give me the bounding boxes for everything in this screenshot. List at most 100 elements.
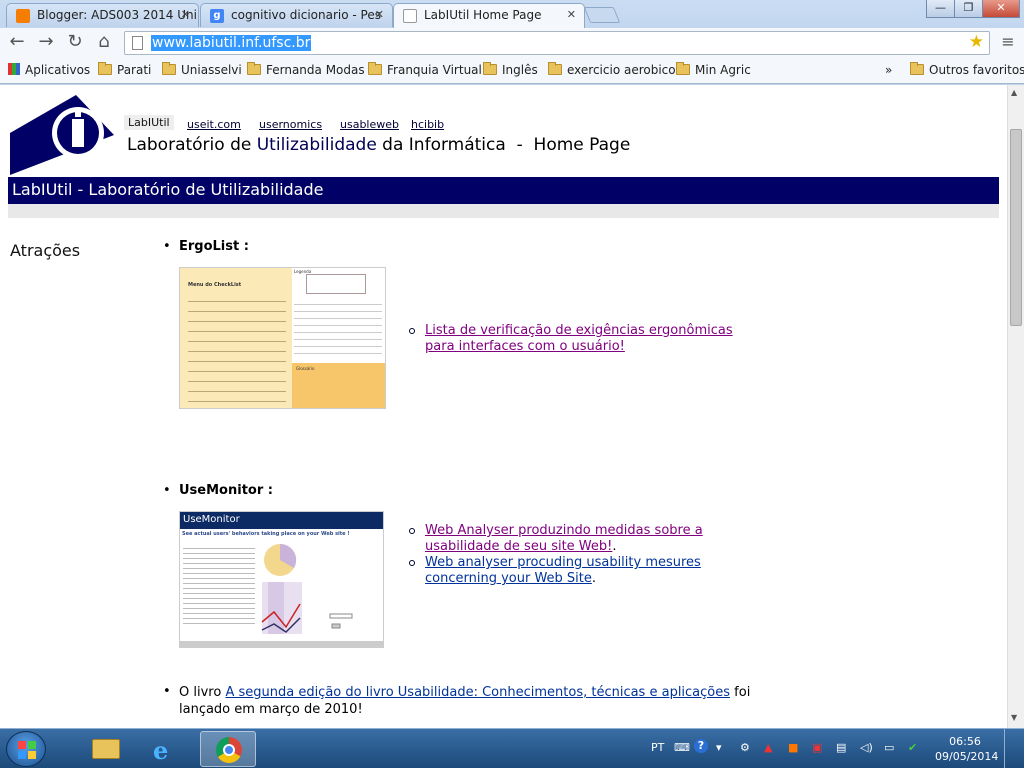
page-title: Laboratório de Utilizabilidade da Inform… <box>127 135 631 155</box>
usemonitor-item-2: Web analyser procuding usability mesures… <box>409 555 755 587</box>
help-icon[interactable]: ? <box>694 739 708 753</box>
page-icon <box>132 36 143 50</box>
ergolist-item: Lista de verificação de exigências ergon… <box>409 323 755 355</box>
bullet-circle <box>409 528 415 534</box>
shot-panel2: Glossário <box>296 366 315 371</box>
show-desktop-button[interactable] <box>1004 729 1024 768</box>
restore-button[interactable]: ❐ <box>954 0 983 18</box>
link-hcibib[interactable]: hcibib <box>411 118 444 131</box>
folder-icon <box>247 62 261 75</box>
browser-chrome: Blogger: ADS003 2014 Uni ✕ g cognitivo d… <box>0 0 1024 84</box>
close-window-button[interactable]: ✕ <box>982 0 1020 18</box>
close-icon[interactable]: ✕ <box>181 8 190 21</box>
network-icon[interactable]: ⚙ <box>740 741 750 754</box>
ergolist-screenshot[interactable]: Menu do CheckList Legenda Glossário <box>179 267 386 409</box>
usemonitor-link-en[interactable]: Web analyser procuding usability mesures… <box>425 555 701 586</box>
book-item: O livro A segunda edição do livro Usabil… <box>179 685 751 717</box>
divider <box>8 204 999 218</box>
menu-icon[interactable]: ≡ <box>996 31 1020 55</box>
clock-date: 09/05/2014 <box>935 750 999 763</box>
page-icon <box>403 9 417 23</box>
usemonitor-screenshot[interactable]: UseMonitor See actual users' behaviors t… <box>179 511 384 648</box>
ie-icon: e <box>153 736 169 765</box>
bullet: • <box>163 239 171 254</box>
new-tab-button[interactable] <box>583 7 621 23</box>
bullet: • <box>163 483 171 498</box>
usemonitor-title: UseMonitor : <box>179 483 273 498</box>
shot-heading: Menu do CheckList <box>188 282 242 288</box>
tab-title: cognitivo dicionario - Pes <box>231 8 381 22</box>
bullet: • <box>163 684 171 699</box>
language-indicator[interactable]: PT <box>651 741 664 754</box>
back-button[interactable]: ← <box>5 31 29 55</box>
clock[interactable]: 06:56 09/05/2014 <box>935 734 999 764</box>
folder-icon <box>162 62 176 75</box>
expand-tray-icon[interactable]: ▾ <box>716 741 722 754</box>
security-icon[interactable]: ✔ <box>908 741 917 754</box>
battery-icon[interactable]: ▭ <box>884 741 894 754</box>
tab-google[interactable]: g cognitivo dicionario - Pes ✕ <box>200 3 393 27</box>
home-button[interactable]: ⌂ <box>92 31 116 55</box>
tab-title: Blogger: ADS003 2014 Uni <box>37 8 197 22</box>
folder-icon <box>910 62 924 75</box>
bookmark-folder[interactable]: Fernanda Modas <box>247 62 365 77</box>
folder-icon <box>368 62 382 75</box>
google-icon: g <box>210 9 224 23</box>
book-link[interactable]: A segunda edição do livro Usabilidade: C… <box>225 685 730 700</box>
link-usernomics[interactable]: usernomics <box>259 118 322 131</box>
minimize-button[interactable]: — <box>926 0 955 18</box>
bookmark-folder[interactable]: Franquia Virtual <box>368 62 482 77</box>
folder-icon <box>548 62 562 75</box>
bookmark-folder[interactable]: exercicio aerobico <box>548 62 676 77</box>
close-icon[interactable]: ✕ <box>567 8 576 21</box>
close-icon[interactable]: ✕ <box>375 8 384 21</box>
bullet-circle <box>409 328 415 334</box>
bookmark-apps[interactable]: Aplicativos <box>8 63 90 77</box>
pdf-icon[interactable]: ▲ <box>764 741 772 754</box>
scroll-up-icon[interactable]: ▲ <box>1011 88 1017 97</box>
volume-icon[interactable]: ◁) <box>860 741 873 754</box>
usemonitor-item-1: Web Analyser produzindo medidas sobre a … <box>409 523 755 555</box>
forward-button[interactable]: → <box>34 31 58 55</box>
bookmark-folder[interactable]: Uniasselvi <box>162 62 242 77</box>
explorer-taskbar-button[interactable] <box>78 731 134 767</box>
device-icon[interactable]: ▤ <box>836 741 846 754</box>
ergolist-link[interactable]: Lista de verificação de exigências ergon… <box>425 323 733 354</box>
address-bar[interactable]: www.labiutil.inf.ufsc.br ★ <box>124 31 990 55</box>
more-bookmarks-button[interactable]: » <box>885 63 892 77</box>
bookmark-folder[interactable]: Inglês <box>483 62 538 77</box>
bookmark-folder[interactable]: Min Agric <box>676 62 751 77</box>
bookmarks-bar: Aplicativos Parati Uniasselvi Fernanda M… <box>0 58 1024 84</box>
banner: LabIUtil - Laboratório de Utilizabilidad… <box>8 177 999 204</box>
section-heading: Atrações <box>10 241 81 260</box>
folder-icon <box>98 62 112 75</box>
tab-title: LabIUtil Home Page <box>424 8 542 22</box>
scrollbar[interactable]: ▲ ▼ <box>1007 85 1024 728</box>
shot-header: UseMonitor <box>180 512 383 529</box>
ie-taskbar-button[interactable]: e <box>139 731 195 767</box>
bookmark-other[interactable]: Outros favoritos <box>910 62 1024 77</box>
ergolist-title: ErgoList : <box>179 239 249 254</box>
app-icon[interactable]: ■ <box>788 741 798 754</box>
reload-button[interactable]: ↻ <box>63 31 87 55</box>
link-useit[interactable]: useit.com <box>187 118 241 131</box>
scroll-down-icon[interactable]: ▼ <box>1011 713 1017 722</box>
taskbar: e PT ⌨ ? ▾ ⚙ ▲ ■ ▣ ▤ ◁) ▭ ✔ 06:56 09/05/… <box>0 728 1024 768</box>
star-icon[interactable]: ★ <box>969 32 984 52</box>
alert-icon[interactable]: ▣ <box>812 741 822 754</box>
blogger-icon <box>16 9 30 23</box>
start-button[interactable] <box>6 731 46 767</box>
usemonitor-link-pt[interactable]: Web Analyser produzindo medidas sobre a … <box>425 523 703 554</box>
tab-labiutil[interactable]: LabIUtil Home Page ✕ <box>393 3 585 28</box>
tab-blogger[interactable]: Blogger: ADS003 2014 Uni ✕ <box>6 3 199 27</box>
keyboard-icon[interactable]: ⌨ <box>674 741 690 754</box>
chrome-taskbar-button[interactable] <box>200 731 256 767</box>
folder-icon <box>676 62 690 75</box>
url-text[interactable]: www.labiutil.inf.ufsc.br <box>151 35 312 51</box>
apps-icon <box>8 63 20 75</box>
page-viewport: LabIUtil useit.com usernomics usableweb … <box>0 85 1007 728</box>
bookmark-folder[interactable]: Parati <box>98 62 151 77</box>
scroll-thumb[interactable] <box>1010 129 1022 326</box>
link-usableweb[interactable]: usableweb <box>340 118 399 131</box>
clock-time: 06:56 <box>949 735 981 748</box>
